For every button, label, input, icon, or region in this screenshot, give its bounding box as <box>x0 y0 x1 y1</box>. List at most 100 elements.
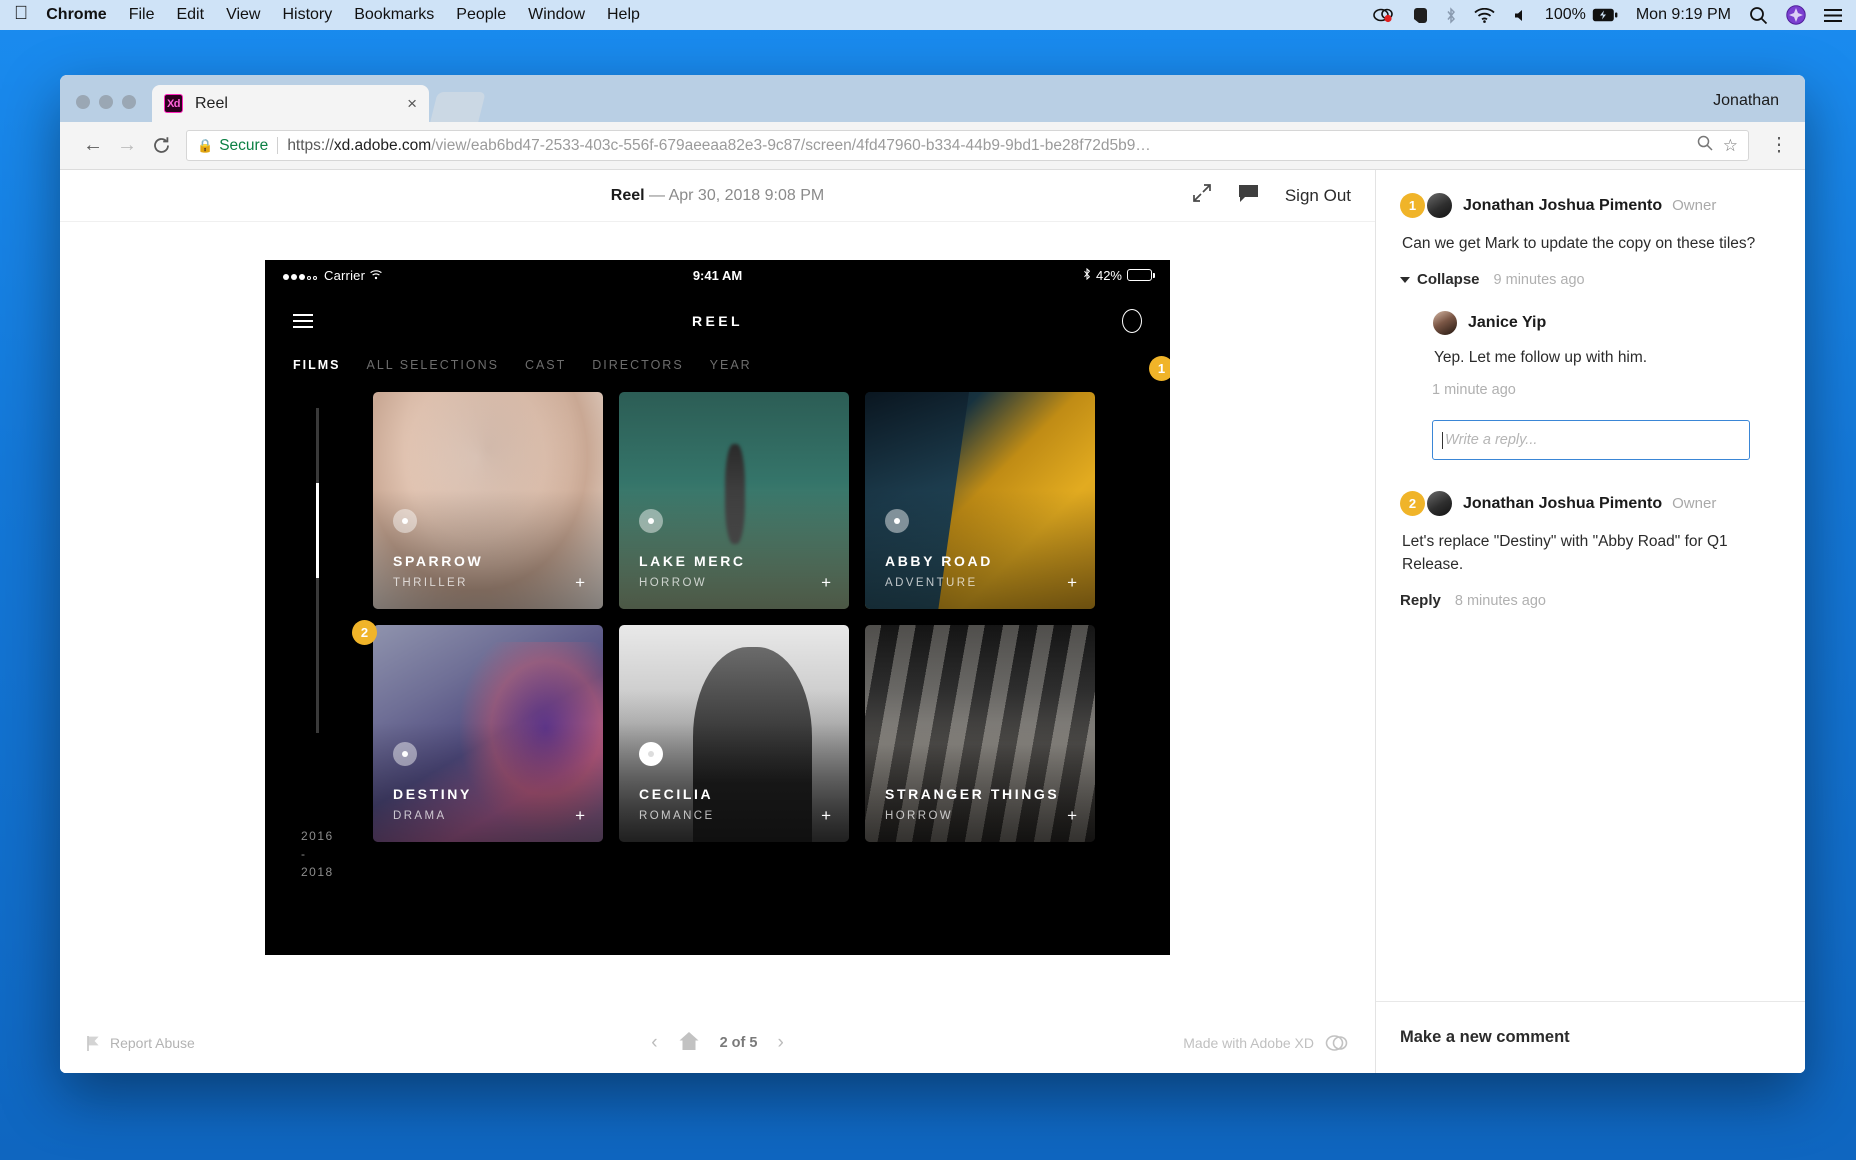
menubar-clock[interactable]: Mon 9:19 PM <box>1636 6 1731 24</box>
prototype-pager: ‹ 2 of 5 › <box>60 1031 1375 1055</box>
battery-icon[interactable] <box>1592 8 1618 22</box>
comment-badge-1[interactable]: 1 <box>1400 193 1425 218</box>
address-bar[interactable]: 🔒 Secure https://xd.adobe.com/view/eab6b… <box>186 130 1749 161</box>
collapse-label: Collapse <box>1417 271 1480 289</box>
viewer-title: Reel — Apr 30, 2018 9:08 PM <box>60 187 1375 205</box>
menu-item-window[interactable]: Window <box>528 6 585 24</box>
comment-pin-1[interactable]: 1 <box>1149 356 1170 381</box>
film-tile-stranger-things[interactable]: STRANGER THINGS HORROW + <box>865 625 1095 842</box>
close-tab-icon[interactable]: × <box>407 95 417 112</box>
filter-tab-all-selections[interactable]: ALL SELECTIONS <box>367 358 499 372</box>
tile-add-icon[interactable]: + <box>575 807 585 824</box>
zoom-search-icon[interactable] <box>1697 135 1713 156</box>
page-indicator: 2 of 5 <box>719 1035 758 1051</box>
tile-title: ABBY ROAD <box>885 553 993 569</box>
caret-down-icon <box>1400 276 1410 283</box>
tile-play-dot-icon[interactable] <box>393 742 417 766</box>
new-tab-button[interactable] <box>430 92 486 122</box>
window-controls[interactable] <box>76 95 136 122</box>
tile-add-icon[interactable]: + <box>1067 574 1077 591</box>
made-with-adobe-xd[interactable]: Made with Adobe XD <box>1183 1033 1349 1053</box>
menu-item-chrome[interactable]: Chrome <box>46 6 106 24</box>
menu-item-people[interactable]: People <box>456 6 506 24</box>
tab-title: Reel <box>195 94 228 112</box>
reply-button[interactable]: Reply <box>1400 592 1441 609</box>
chrome-profile-name[interactable]: Jonathan <box>1713 92 1779 110</box>
prototype-artboard[interactable]: Carrier 9:41 AM 42% REEL FILMS ALL SELEC… <box>265 260 1170 955</box>
tile-add-icon[interactable]: + <box>1067 807 1077 824</box>
comment-badge-2[interactable]: 2 <box>1400 491 1425 517</box>
phone-bluetooth-icon <box>1083 267 1091 283</box>
film-tile-destiny[interactable]: DESTINY DRAMA + <box>373 625 603 842</box>
scroll-thumb[interactable] <box>316 483 319 578</box>
comment-pin-2[interactable]: 2 <box>352 620 377 645</box>
tile-play-dot-icon[interactable] <box>639 742 663 766</box>
notification-center-icon[interactable] <box>1824 8 1842 23</box>
url-domain: xd.adobe.com <box>333 136 432 154</box>
forward-icon[interactable]: → <box>110 129 144 163</box>
tile-play-dot-icon[interactable] <box>393 509 417 533</box>
siri-icon[interactable] <box>1786 5 1806 25</box>
evernote-icon[interactable] <box>1413 7 1428 24</box>
app-brand-label: REEL <box>692 313 743 329</box>
menu-item-file[interactable]: File <box>129 6 155 24</box>
tile-add-icon[interactable]: + <box>821 807 831 824</box>
tile-play-dot-icon[interactable] <box>885 509 909 533</box>
filter-tab-year[interactable]: YEAR <box>710 358 752 372</box>
comment-bubble-icon[interactable] <box>1238 184 1259 208</box>
home-icon[interactable] <box>678 1031 700 1055</box>
fullscreen-icon[interactable] <box>1192 183 1212 208</box>
tile-title: DESTINY <box>393 786 472 802</box>
screen-recorder-icon[interactable] <box>1373 7 1395 23</box>
back-icon[interactable]: ← <box>76 129 110 163</box>
report-abuse-button[interactable]: Report Abuse <box>86 1035 195 1052</box>
scroll-rail[interactable] <box>316 408 319 733</box>
avatar <box>1432 310 1458 337</box>
spotlight-search-icon[interactable] <box>1749 6 1768 25</box>
menu-item-edit[interactable]: Edit <box>176 6 204 24</box>
browser-tab-reel[interactable]: Xd Reel × <box>152 85 429 122</box>
menu-item-history[interactable]: History <box>282 6 332 24</box>
film-tile-abby-road[interactable]: ABBY ROAD ADVENTURE + <box>865 392 1095 609</box>
comment-timestamp: 9 minutes ago <box>1493 271 1585 288</box>
close-window-button[interactable] <box>76 95 90 109</box>
make-new-comment-button[interactable]: Make a new comment <box>1376 1001 1805 1073</box>
menu-item-view[interactable]: View <box>226 6 260 24</box>
reload-icon[interactable] <box>144 129 178 163</box>
menu-item-help[interactable]: Help <box>607 6 640 24</box>
collapse-button[interactable]: Collapse <box>1400 271 1480 288</box>
prev-screen-icon[interactable]: ‹ <box>651 1032 657 1054</box>
bookmark-star-icon[interactable]: ☆ <box>1723 136 1738 156</box>
reply-input[interactable]: Write a reply... <box>1432 420 1750 461</box>
profile-circle-icon[interactable] <box>1122 309 1142 333</box>
bluetooth-icon[interactable] <box>1446 6 1456 24</box>
tile-add-icon[interactable]: + <box>575 574 585 591</box>
sign-out-button[interactable]: Sign Out <box>1285 186 1351 206</box>
text-cursor <box>1442 431 1443 449</box>
adobe-xd-favicon: Xd <box>164 94 183 113</box>
maximize-window-button[interactable] <box>122 95 136 109</box>
tile-play-dot-icon[interactable] <box>639 509 663 533</box>
wifi-icon[interactable] <box>1474 7 1495 23</box>
tile-add-icon[interactable]: + <box>821 574 831 591</box>
film-tile-sparrow[interactable]: SPARROW THRILLER + <box>373 392 603 609</box>
filter-tab-directors[interactable]: DIRECTORS <box>592 358 683 372</box>
avatar <box>1426 490 1453 518</box>
next-screen-icon[interactable]: › <box>777 1032 783 1054</box>
film-tile-cecilia[interactable]: CECILIA ROMANCE + <box>619 625 849 842</box>
creative-cloud-icon <box>1325 1035 1348 1051</box>
filter-tab-cast[interactable]: CAST <box>525 358 566 372</box>
year-range-label: 2016-2018 <box>301 829 334 879</box>
xd-prototype-viewer: Reel — Apr 30, 2018 9:08 PM Sign Out Car… <box>60 170 1375 1073</box>
page-content: Reel — Apr 30, 2018 9:08 PM Sign Out Car… <box>60 170 1805 1073</box>
apple-icon[interactable]:  <box>14 4 28 26</box>
minimize-window-button[interactable] <box>99 95 113 109</box>
volume-icon[interactable] <box>1513 8 1527 23</box>
phone-battery-percent: 42% <box>1095 267 1122 283</box>
document-date: — Apr 30, 2018 9:08 PM <box>649 186 825 204</box>
menu-item-bookmarks[interactable]: Bookmarks <box>354 6 434 24</box>
filter-tab-films[interactable]: FILMS <box>293 358 341 372</box>
film-tile-lake-merc[interactable]: LAKE MERC HORROW + <box>619 392 849 609</box>
chrome-menu-icon[interactable]: ⋮ <box>1769 134 1789 157</box>
app-nav-bar: REEL <box>265 290 1170 352</box>
